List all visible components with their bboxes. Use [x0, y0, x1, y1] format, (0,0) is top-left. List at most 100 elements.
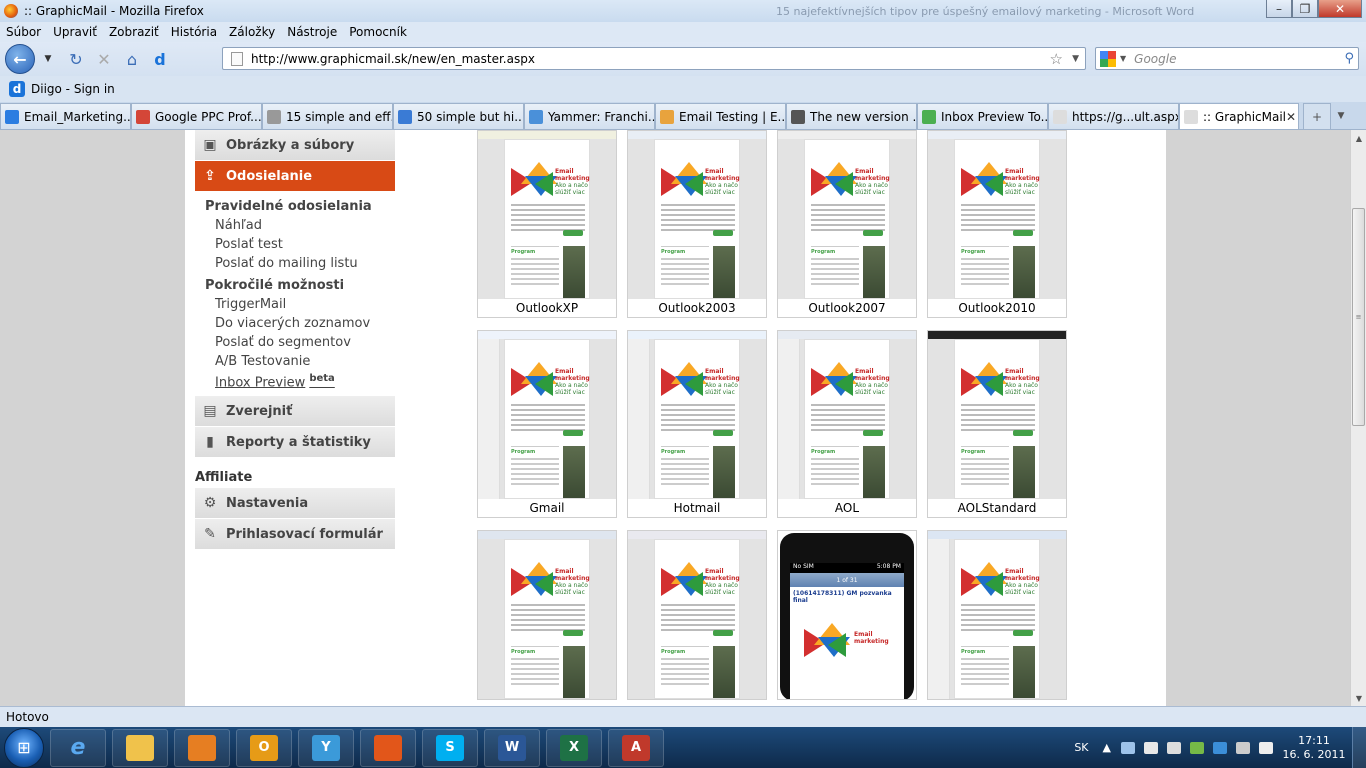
- preview-thumbnail[interactable]: Email marketing Ako a načo slúžiť viac Pro…: [628, 131, 766, 299]
- diigo-toolbar-icon[interactable]: d: [149, 48, 171, 70]
- preview-card[interactable]: Email marketing Ako a načo slúžiť viac Pro…: [927, 130, 1067, 318]
- menu-pomocnik[interactable]: Pomocník: [343, 25, 413, 39]
- stop-button[interactable]: ✕: [93, 48, 115, 70]
- sidebar-item-publish[interactable]: ▤ Zverejniť: [195, 396, 395, 427]
- bookmark-star-icon[interactable]: ☆: [1050, 50, 1063, 68]
- preview-card[interactable]: Email marketing Ako a načo slúžiť viac Pro…: [477, 530, 617, 700]
- sidebar-item-form[interactable]: ✎ Prihlasovací formulár: [195, 519, 395, 550]
- menu-historia[interactable]: História: [165, 25, 223, 39]
- sidebar-link[interactable]: TriggerMail: [205, 297, 395, 316]
- taskbar-word-button[interactable]: W: [484, 728, 540, 767]
- tab-list-dropdown-icon[interactable]: ▼: [1331, 103, 1351, 129]
- history-dropdown-icon[interactable]: ▼: [37, 48, 59, 70]
- search-input[interactable]: Google: [1134, 52, 1176, 66]
- tray-expand-icon[interactable]: ▲: [1103, 741, 1111, 754]
- preview-thumbnail[interactable]: Email marketing Ako a načo slúžiť viac Pro…: [628, 531, 766, 699]
- preview-card[interactable]: Email marketing Ako a načo slúžiť viac Pro…: [627, 330, 767, 518]
- bookmark-diigo-signin[interactable]: Diigo - Sign in: [31, 82, 115, 96]
- preview-thumbnail[interactable]: Email marketing Ako a načo slúžiť viac Pro…: [928, 331, 1066, 499]
- sidebar-link[interactable]: Poslať do segmentov: [205, 335, 395, 354]
- tray-dropbox-icon[interactable]: [1213, 741, 1227, 754]
- affiliate-heading[interactable]: Affiliate: [195, 470, 395, 488]
- minimize-button[interactable]: –: [1266, 0, 1292, 18]
- taskbar-acrobat-button[interactable]: A: [608, 728, 664, 767]
- clock[interactable]: 17:11 16. 6. 2011: [1282, 734, 1346, 762]
- tray-network-icon[interactable]: [1144, 741, 1158, 754]
- preview-thumbnail[interactable]: Email marketing Ako a načo slúžiť viac Pro…: [928, 131, 1066, 299]
- tab-8[interactable]: https://g...ult.aspx: [1048, 103, 1179, 129]
- tab-5[interactable]: Email Testing | E...: [655, 103, 786, 129]
- tab-6[interactable]: The new version ...: [786, 103, 917, 129]
- close-button[interactable]: ✕: [1318, 0, 1362, 18]
- taskbar-excel-button[interactable]: X: [546, 728, 602, 767]
- maximize-button[interactable]: ❐: [1292, 0, 1318, 18]
- url-bar[interactable]: http://www.graphicmail.sk/new/en_master.…: [222, 47, 1086, 70]
- preview-card[interactable]: Email marketing Ako a načo slúžiť viac Pro…: [477, 330, 617, 518]
- preview-thumbnail[interactable]: Email marketing Ako a načo slúžiť viac Pro…: [478, 131, 616, 299]
- tray-display-icon[interactable]: [1259, 741, 1273, 754]
- preview-card[interactable]: Email marketing Ako a načo slúžiť viac Pro…: [777, 130, 917, 318]
- back-button[interactable]: ←: [5, 44, 35, 74]
- preview-card[interactable]: No SIM 5:08 PM 1 of 31 (10614178311) GM poz…: [777, 530, 917, 700]
- preview-thumbnail[interactable]: Email marketing Ako a načo slúžiť viac Pro…: [778, 331, 916, 499]
- menu-nastroje[interactable]: Nástroje: [281, 25, 343, 39]
- vertical-scrollbar[interactable]: ▲ ≡ ▼: [1350, 130, 1366, 706]
- taskbar-media-button[interactable]: [174, 728, 230, 767]
- preview-thumbnail[interactable]: Email marketing Ako a načo slúžiť viac Pro…: [478, 331, 616, 499]
- show-desktop-button[interactable]: [1352, 727, 1366, 768]
- tab-close-icon[interactable]: ✕: [1286, 110, 1296, 124]
- language-indicator[interactable]: SK: [1074, 741, 1088, 754]
- search-bar[interactable]: ▼ Google ⚲: [1095, 47, 1359, 70]
- search-icon[interactable]: ⚲: [1344, 51, 1354, 66]
- taskbar-skype-button[interactable]: S: [422, 728, 478, 767]
- sidebar-link[interactable]: Náhľad: [205, 218, 395, 237]
- preview-thumbnail[interactable]: Email marketing Ako a načo slúžiť viac Pro…: [478, 531, 616, 699]
- tab-9[interactable]: :: GraphicMail ✕: [1179, 103, 1299, 129]
- scroll-up-icon[interactable]: ▲: [1351, 130, 1366, 146]
- taskbar-explorer-button[interactable]: [112, 728, 168, 767]
- search-engine-dropdown-icon[interactable]: ▼: [1120, 54, 1126, 63]
- tab-1[interactable]: Google PPC Prof...: [131, 103, 262, 129]
- preview-card[interactable]: Email marketing Ako a načo slúžiť viac Pro…: [477, 130, 617, 318]
- sidebar-link[interactable]: Poslať test: [205, 237, 395, 256]
- sidebar-item-chart[interactable]: ▮ Reporty a štatistiky: [195, 427, 395, 458]
- sidebar-item-image[interactable]: ▣ Obrázky a súbory: [195, 130, 395, 161]
- home-button[interactable]: ⌂: [121, 48, 143, 70]
- sidebar-link[interactable]: Poslať do mailing listu: [205, 256, 395, 275]
- reload-button[interactable]: ↻: [65, 48, 87, 70]
- taskbar-ie-button[interactable]: e: [50, 728, 106, 767]
- tab-0[interactable]: Email_Marketing...: [0, 103, 131, 129]
- tray-yammer-icon[interactable]: [1121, 741, 1135, 754]
- sidebar-item-send[interactable]: ⇪ Odosielanie: [195, 161, 395, 192]
- tray-volume-icon[interactable]: [1236, 741, 1250, 754]
- preview-card[interactable]: Email marketing Ako a načo slúžiť viac Pro…: [777, 330, 917, 518]
- preview-card[interactable]: Email marketing Ako a načo slúžiť viac Pro…: [927, 330, 1067, 518]
- sidebar-link[interactable]: A/B Testovanie: [205, 354, 395, 373]
- taskbar-outlook-button[interactable]: O: [236, 728, 292, 767]
- sidebar-link-inbox-preview[interactable]: Inbox Preview beta: [205, 373, 395, 392]
- new-tab-button[interactable]: +: [1303, 103, 1331, 129]
- tab-7[interactable]: Inbox Preview To...: [917, 103, 1048, 129]
- tray-monitor-icon[interactable]: [1190, 741, 1204, 754]
- taskbar-firefox-button[interactable]: [360, 728, 416, 767]
- preview-card[interactable]: Email marketing Ako a načo slúžiť viac Pro…: [627, 530, 767, 700]
- scroll-down-icon[interactable]: ▼: [1351, 690, 1366, 706]
- google-icon[interactable]: [1100, 50, 1116, 67]
- tab-4[interactable]: Yammer: Franchi...: [524, 103, 655, 129]
- tray-flag-icon[interactable]: [1167, 741, 1181, 754]
- menu-upravit[interactable]: Upraviť: [47, 25, 103, 39]
- preview-thumbnail[interactable]: Email marketing Ako a načo slúžiť viac Pro…: [928, 531, 1066, 699]
- tab-3[interactable]: 50 simple but hi...: [393, 103, 524, 129]
- preview-thumbnail[interactable]: No SIM 5:08 PM 1 of 31 (10614178311) GM poz…: [778, 531, 916, 699]
- sidebar-link[interactable]: Do viacerých zoznamov: [205, 316, 395, 335]
- sidebar-item-gear[interactable]: ⚙ Nastavenia: [195, 488, 395, 519]
- url-text[interactable]: http://www.graphicmail.sk/new/en_master.…: [251, 52, 535, 66]
- preview-thumbnail[interactable]: Email marketing Ako a načo slúžiť viac Pro…: [628, 331, 766, 499]
- preview-card[interactable]: Email marketing Ako a načo slúžiť viac Pro…: [927, 530, 1067, 700]
- menu-subor[interactable]: Súbor: [0, 25, 47, 39]
- preview-card[interactable]: Email marketing Ako a načo slúžiť viac Pro…: [627, 130, 767, 318]
- tab-2[interactable]: 15 simple and eff...: [262, 103, 393, 129]
- menu-zalozky[interactable]: Záložky: [223, 25, 281, 39]
- url-dropdown-icon[interactable]: ▼: [1072, 54, 1079, 64]
- preview-thumbnail[interactable]: Email marketing Ako a načo slúžiť viac Pro…: [778, 131, 916, 299]
